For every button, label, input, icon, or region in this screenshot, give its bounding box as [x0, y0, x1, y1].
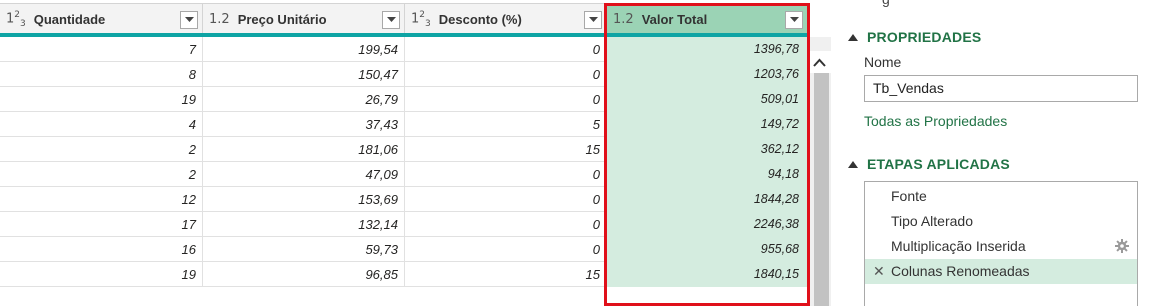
cell-valor-total[interactable]: 1396,78 — [607, 37, 808, 62]
scroll-up-icon[interactable] — [808, 51, 831, 73]
gear-icon[interactable] — [1115, 239, 1129, 253]
step-tipo-alterado[interactable]: Tipo Alterado — [865, 209, 1137, 234]
cell-valor-total[interactable]: 1203,76 — [607, 62, 808, 87]
cell-desconto[interactable]: 0 — [405, 212, 607, 237]
name-label: Nome — [864, 54, 902, 70]
whole-number-type-icon[interactable]: 123 — [411, 10, 431, 29]
cell-quantidade[interactable]: 16 — [0, 237, 203, 262]
collapse-triangle-icon[interactable] — [848, 33, 858, 41]
cell-valor-total[interactable]: 149,72 — [607, 112, 808, 137]
table-row: 8 150,47 0 1203,76 — [0, 62, 808, 87]
cell-desconto[interactable]: 0 — [405, 162, 607, 187]
cell-preco-unitario[interactable]: 59,73 — [203, 237, 405, 262]
table-row: 17 132,14 0 2246,38 — [0, 212, 808, 237]
step-label: Multiplicação Inserida — [891, 238, 1026, 254]
vertical-scrollbar[interactable] — [808, 37, 831, 306]
applied-steps-list: Fonte Tipo Alterado Multiplicação Inseri… — [864, 181, 1138, 306]
cell-quantidade[interactable]: 2 — [0, 137, 203, 162]
cell-valor-total[interactable]: 1840,15 — [607, 262, 808, 287]
cell-preco-unitario[interactable]: 132,14 — [203, 212, 405, 237]
cell-quantidade[interactable]: 19 — [0, 262, 203, 287]
step-colunas-renomeadas[interactable]: ✕ Colunas Renomeadas — [865, 259, 1137, 284]
scrollbar-thumb[interactable] — [814, 73, 829, 306]
cell-desconto[interactable]: 0 — [405, 237, 607, 262]
all-properties-link[interactable]: Todas as Propriedades — [864, 113, 1007, 129]
table-row: 16 59,73 0 955,68 — [0, 237, 808, 262]
step-label: Colunas Renomeadas — [891, 263, 1030, 279]
step-fonte[interactable]: Fonte — [865, 184, 1137, 209]
column-header-preco-unitario[interactable]: 1.2 Preço Unitário — [203, 3, 405, 35]
cell-quantidade[interactable]: 19 — [0, 87, 203, 112]
cell-valor-total[interactable]: 94,18 — [607, 162, 808, 187]
query-name-input[interactable]: Tb_Vendas — [864, 75, 1138, 102]
whole-number-type-icon[interactable]: 123 — [6, 10, 26, 29]
column-name: Desconto (%) — [438, 12, 522, 27]
properties-title: PROPRIEDADES — [867, 29, 982, 45]
cell-desconto[interactable]: 15 — [405, 137, 607, 162]
data-grid: 123 Quantidade 1.2 Preço Unitário 123 De… — [0, 0, 831, 306]
table-row: 2 181,06 15 362,12 — [0, 137, 808, 162]
decimal-type-icon[interactable]: 1.2 — [613, 12, 634, 27]
cell-valor-total[interactable]: 2246,38 — [607, 212, 808, 237]
table-row: 19 96,85 15 1840,15 — [0, 262, 808, 287]
cell-valor-total[interactable]: 1844,28 — [607, 187, 808, 212]
applied-steps-section-header[interactable]: ETAPAS APLICADAS — [848, 156, 1010, 172]
filter-dropdown-icon[interactable] — [785, 11, 803, 29]
cell-desconto[interactable]: 0 — [405, 62, 607, 87]
cell-preco-unitario[interactable]: 199,54 — [203, 37, 405, 62]
cell-quantidade[interactable]: 17 — [0, 212, 203, 237]
cell-quantidade[interactable]: 4 — [0, 112, 203, 137]
step-label: Fonte — [891, 188, 927, 204]
cell-quantidade[interactable]: 8 — [0, 62, 203, 87]
step-multiplicacao-inserida[interactable]: Multiplicação Inserida — [865, 234, 1137, 259]
column-header-desconto[interactable]: 123 Desconto (%) — [405, 3, 607, 35]
cell-valor-total[interactable]: 955,68 — [607, 237, 808, 262]
grid-header: 123 Quantidade 1.2 Preço Unitário 123 De… — [0, 3, 831, 35]
table-row: 4 37,43 5 149,72 — [0, 112, 808, 137]
table-row: 19 26,79 0 509,01 — [0, 87, 808, 112]
cell-preco-unitario[interactable]: 150,47 — [203, 62, 405, 87]
cell-desconto[interactable]: 5 — [405, 112, 607, 137]
properties-section-header[interactable]: PROPRIEDADES — [848, 29, 981, 45]
filter-dropdown-icon[interactable] — [180, 11, 198, 29]
cell-quantidade[interactable]: 2 — [0, 162, 203, 187]
query-settings-panel: g PROPRIEDADES Nome Tb_Vendas Todas as P… — [842, 0, 1167, 306]
cell-preco-unitario[interactable]: 153,69 — [203, 187, 405, 212]
panel-title-fragment: g — [882, 0, 890, 7]
column-header-quantidade[interactable]: 123 Quantidade — [0, 3, 203, 35]
step-label: Tipo Alterado — [891, 213, 973, 229]
cell-quantidade[interactable]: 7 — [0, 37, 203, 62]
cell-preco-unitario[interactable]: 37,43 — [203, 112, 405, 137]
filter-dropdown-icon[interactable] — [584, 11, 602, 29]
table-row: 7 199,54 0 1396,78 — [0, 37, 808, 62]
table-row: 2 47,09 0 94,18 — [0, 162, 808, 187]
collapse-triangle-icon[interactable] — [848, 160, 858, 168]
filter-dropdown-icon[interactable] — [382, 11, 400, 29]
cell-preco-unitario[interactable]: 26,79 — [203, 87, 405, 112]
cell-preco-unitario[interactable]: 181,06 — [203, 137, 405, 162]
column-name: Preço Unitário — [237, 12, 327, 27]
cell-valor-total[interactable]: 362,12 — [607, 137, 808, 162]
cell-desconto[interactable]: 0 — [405, 187, 607, 212]
cell-preco-unitario[interactable]: 96,85 — [203, 262, 405, 287]
table-row: 12 153,69 0 1844,28 — [0, 187, 808, 212]
delete-step-icon[interactable]: ✕ — [873, 259, 885, 284]
cell-desconto[interactable]: 0 — [405, 87, 607, 112]
column-header-valor-total[interactable]: 1.2 Valor Total — [607, 3, 808, 35]
cell-valor-total[interactable]: 509,01 — [607, 87, 808, 112]
decimal-type-icon[interactable]: 1.2 — [209, 12, 230, 27]
column-name: Quantidade — [33, 12, 106, 27]
cell-quantidade[interactable]: 12 — [0, 187, 203, 212]
cell-desconto[interactable]: 0 — [405, 37, 607, 62]
column-name: Valor Total — [641, 12, 708, 27]
applied-steps-title: ETAPAS APLICADAS — [867, 156, 1010, 172]
cell-preco-unitario[interactable]: 47,09 — [203, 162, 405, 187]
cell-desconto[interactable]: 15 — [405, 262, 607, 287]
